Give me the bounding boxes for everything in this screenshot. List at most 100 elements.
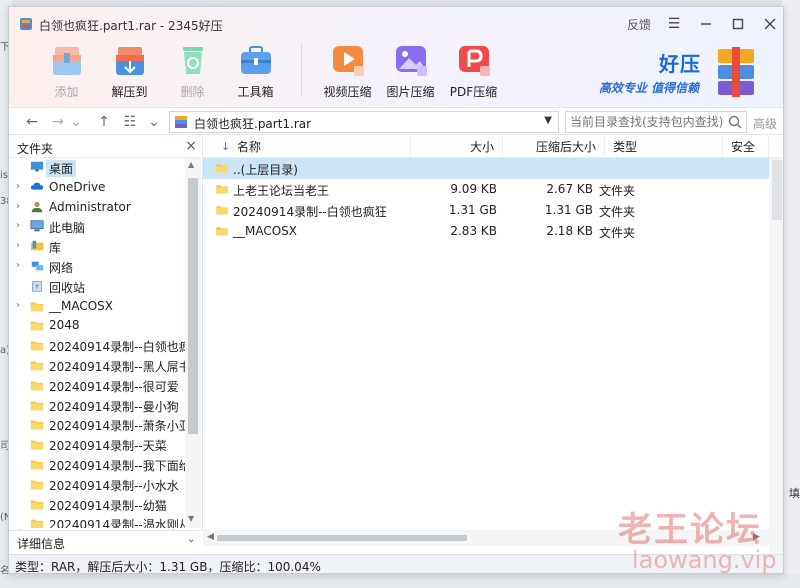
back-button[interactable]: ← [23,112,41,132]
folder-tree-item[interactable]: 回收站 [9,277,185,297]
folder-tree-item[interactable]: › 网络 [9,257,185,277]
folder-tree-label: 20240914录制--渴水刚从 [49,518,185,528]
pdf-compress-button[interactable]: PDF压缩 [446,39,501,103]
close-button[interactable] [761,15,779,33]
folder-tree-label: Administrator [49,199,131,214]
table-row[interactable]: __MACOSX 2.83 KB 2.18 KB 文件夹 [203,221,769,242]
navigation-bar: ← → ⌄ ↑ ☷ ⌄ 白领也疯狂.part1.rar ▼ 高级 [9,107,783,135]
folder-tree-label: 20240914录制--黑人屌书 [49,359,185,374]
cloud-icon [30,182,44,190]
file-name: 上老王论坛当老王 [233,184,330,198]
table-row[interactable]: ..(上层目录) [203,158,769,179]
chevron-right-icon[interactable]: › [16,201,20,212]
chevron-right-icon[interactable]: › [16,300,20,311]
maximize-button[interactable] [729,15,747,33]
recycle-icon [182,47,203,74]
image-compress-icon [395,46,427,76]
folder-tree-item[interactable]: 20240914录制--我下面给 [9,455,185,475]
hamburger-icon: ☰ [667,16,681,32]
minimize-button[interactable] [697,15,715,33]
hscrollbar-thumb[interactable] [217,535,467,541]
chevron-right-icon[interactable]: › [16,240,20,251]
folder-tree-item[interactable]: 20240914录制--渴水刚从 [9,514,185,528]
column-name[interactable]: ↓ 名称 [203,136,411,158]
folder-tree-item[interactable]: 20240914录制--幼猫 [9,495,185,515]
table-row[interactable]: 上老王论坛当老王 9.09 KB 2.67 KB 文件夹 [203,179,769,200]
folder-tree-item[interactable]: 桌面 [9,158,185,178]
folder-tree-item[interactable]: 20240914录制--黑人屌书 [9,356,185,376]
folder-tree-item[interactable]: › Administrator [9,198,185,218]
file-list-scrollbar[interactable] [769,158,783,554]
folder-panel-close-button[interactable]: × [185,138,197,154]
column-security[interactable]: 安全 [723,136,769,158]
chevron-right-icon[interactable]: › [16,220,20,231]
image-compress-button[interactable]: 图片压缩 [383,39,438,103]
address-bar[interactable]: 白领也疯狂.part1.rar ▼ [169,111,559,133]
add-button[interactable]: 添加 [39,39,94,103]
folder-tree-item[interactable]: 20240914录制--萧条小亚 [9,415,185,435]
chevron-right-icon[interactable]: › [16,181,20,192]
delete-button[interactable]: 删除 [165,39,220,103]
scroll-right-icon[interactable]: ▶ [753,532,760,542]
search-icon[interactable] [728,115,742,129]
column-compressed-size[interactable]: 压缩后大小 [503,136,605,158]
toolbox-button[interactable]: 工具箱 [228,39,283,103]
advanced-search-button[interactable]: 高级 [753,115,777,132]
forward-button[interactable]: → [49,112,67,132]
status-bar: 类型：RAR，解压后大小：1.31 GB，压缩比：100.04% [9,554,783,573]
folder-tree-item[interactable]: 20240914录制--很可爱 [9,376,185,396]
folder-tree: 桌面 › OneDrive › Administrator › 此电脑 › 库 › 网络 回收站 › __… [9,158,185,528]
column-size[interactable]: 大小 [411,136,503,158]
table-row[interactable]: 20240914录制--白领也疯狂 1.31 GB 1.31 GB 文件夹 [203,200,769,221]
folder-tree-item[interactable]: › __MACOSX [9,297,185,317]
folder-icon [30,302,44,311]
scrollbar-thumb[interactable] [772,160,782,220]
folder-icon [30,500,44,509]
folder-tree-item[interactable]: 20240914录制--白领也疯 [9,336,185,356]
up-button[interactable]: ↑ [95,112,113,132]
folder-tree-item[interactable]: › 库 [9,237,185,257]
menu-button[interactable]: ☰ [665,15,683,33]
folder-tree-item[interactable]: 2048 [9,316,185,336]
folder-tree-item[interactable]: › 此电脑 [9,217,185,237]
folder-tree-label: 20240914录制--小水水 [49,478,179,493]
folder-tree-label: 20240914录制--幼猫 [49,498,167,513]
column-type[interactable]: 类型 [605,136,723,158]
chevron-right-icon[interactable]: › [16,260,20,271]
feedback-link[interactable]: 反馈 [627,16,651,33]
folder-tree-label: 网络 [49,260,74,275]
brand-slogan: 高效专业 值得信赖 [599,81,700,95]
haozip-window: 白领也疯狂.part1.rar - 2345好压 反馈 ☰ 添加 解压到 删除 … [8,6,784,574]
scroll-down-icon[interactable]: ▼ [188,514,194,523]
column-type-label: 类型 [613,140,638,154]
scrollbar-thumb[interactable] [188,178,198,434]
scroll-up-icon[interactable]: ▲ [188,160,194,169]
image-compress-label: 图片压缩 [386,85,435,99]
folder-tree-item[interactable]: › OneDrive [9,178,185,198]
view-mode-button[interactable]: ☷ [121,112,139,132]
toolbox-label: 工具箱 [237,85,274,99]
brand-logo: 好压 高效专业 值得信赖 [597,45,757,101]
toolbar: 添加 解压到 删除 工具箱 视频压缩 图片压缩 PDF压缩 [39,39,509,103]
folder-tree-item[interactable]: 20240914录制--天菜 [9,435,185,455]
view-mode-dropdown[interactable]: ⌄ [145,112,163,132]
folder-tree-item[interactable]: 20240914录制--曼小狗 [9,396,185,416]
search-input[interactable] [566,112,724,132]
details-panel-header[interactable]: 详细信息 ⌄ [9,530,203,554]
chevron-down-icon[interactable]: ⌄ [187,534,195,545]
file-list-hscrollbar[interactable]: ◀ ▶ [203,530,769,546]
video-compress-button[interactable]: 视频压缩 [320,39,375,103]
brand-box-icon [718,47,754,97]
folder-tree-item[interactable]: 20240914录制--小水水 [9,475,185,495]
folder-tree-scrollbar[interactable]: ▲ ▼ [185,158,201,528]
title-bar[interactable]: 白领也疯狂.part1.rar - 2345好压 反馈 ☰ [9,7,783,37]
scroll-left-icon[interactable]: ◀ [207,532,214,542]
toolbox-icon [240,46,271,74]
window-title: 白领也疯狂.part1.rar - 2345好压 [39,19,223,33]
address-dropdown-icon[interactable]: ▼ [544,115,552,126]
file-name: ..(上层目录) [233,163,298,177]
file-name: __MACOSX [233,224,298,238]
search-box[interactable] [565,111,747,133]
extract-button[interactable]: 解压到 [102,39,157,103]
history-dropdown[interactable]: ⌄ [67,112,85,132]
